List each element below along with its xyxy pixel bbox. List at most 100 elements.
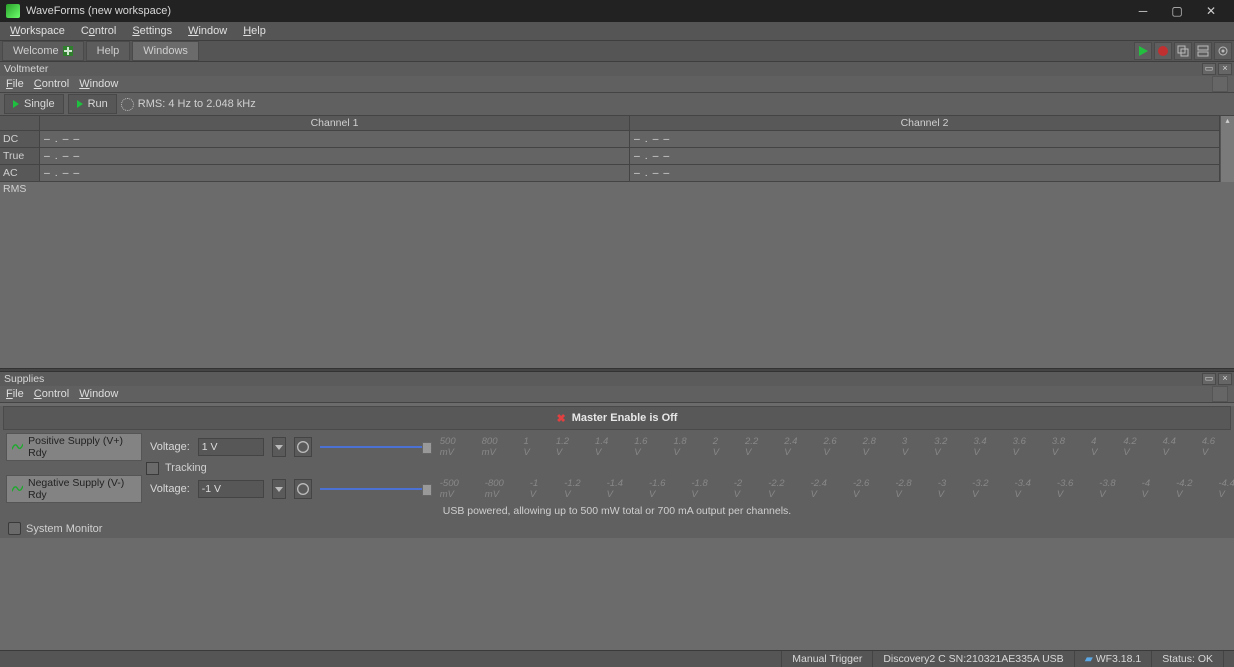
tracking-label: Tracking: [165, 462, 207, 474]
single-label: Single: [24, 98, 55, 110]
menu-window[interactable]: Window: [182, 25, 233, 37]
grid-scroll-up-icon[interactable]: ▴: [1220, 116, 1234, 131]
positive-voltage-dropdown[interactable]: [272, 437, 286, 457]
cascade-icon[interactable]: [1174, 42, 1192, 60]
cell-dc-ch2: – . – –: [630, 131, 1220, 148]
maximize-button[interactable]: ▢: [1160, 0, 1194, 22]
tick-label: -4.2 V: [1176, 478, 1192, 500]
supplies-restore-icon[interactable]: [1212, 386, 1228, 402]
cell-acrms-ch2: – . – –: [630, 165, 1220, 182]
tick-label: 800 mV: [482, 436, 498, 458]
tick-label: -3.4 V: [1015, 478, 1031, 500]
run-all-icon[interactable]: [1134, 42, 1152, 60]
tick-label: -500 mV: [440, 478, 459, 500]
grid-scroll[interactable]: [1220, 131, 1234, 148]
wave-icon: [12, 442, 23, 452]
app-icon: [6, 4, 20, 18]
tick-label: -1.2 V: [564, 478, 580, 500]
grid-scroll[interactable]: [1220, 165, 1234, 182]
tick-label: 2.2 V: [745, 436, 758, 458]
supplies-menu-file[interactable]: File: [6, 388, 24, 400]
negative-voltage-ticks: -500 mV-800 mV-1 V-1.2 V-1.4 V-1.6 V-1.8…: [440, 478, 1234, 500]
voltmeter-panel-title: Voltmeter ▭ ×: [0, 62, 1234, 76]
supplies-menu-control[interactable]: Control: [34, 388, 69, 400]
voltmeter-menu-window[interactable]: Window: [79, 78, 118, 90]
row-truerms: True RMS: [0, 148, 40, 165]
voltmeter-menu-control[interactable]: Control: [34, 78, 69, 90]
tick-label: 3 V: [902, 436, 908, 458]
voltmeter-settings-icon[interactable]: [121, 98, 134, 111]
tick-label: -2.6 V: [853, 478, 869, 500]
tab-label: Windows: [143, 45, 188, 57]
single-button[interactable]: Single: [4, 94, 64, 114]
tab-welcome[interactable]: Welcome: [2, 41, 84, 61]
positive-supply-row: Positive Supply (V+) Rdy Voltage: 500 mV…: [0, 433, 1234, 461]
tab-windows[interactable]: Windows: [132, 41, 199, 61]
cell-dc-ch1: – . – –: [40, 131, 630, 148]
close-button[interactable]: ✕: [1194, 0, 1228, 22]
voltage-label: Voltage:: [150, 441, 190, 453]
settings-gear-icon[interactable]: [1214, 42, 1232, 60]
negative-supply-button[interactable]: Negative Supply (V-) Rdy: [6, 475, 142, 503]
supplies-area: ✖ Master Enable is Off Positive Supply (…: [0, 406, 1234, 538]
wave-icon: [12, 484, 23, 494]
voltmeter-undock-icon[interactable]: ▭: [1202, 63, 1216, 75]
supplies-panel-title: Supplies ▭ ×: [0, 372, 1234, 386]
run-label: Run: [88, 98, 108, 110]
negative-supply-label: Negative Supply (V-) Rdy: [28, 477, 136, 501]
voltmeter-close-icon[interactable]: ×: [1218, 63, 1232, 75]
voltmeter-menu-file[interactable]: File: [6, 78, 24, 90]
tick-label: 4.6 V: [1202, 436, 1215, 458]
tick-label: -2 V: [734, 478, 742, 500]
negative-voltage-slider[interactable]: [320, 482, 432, 496]
tab-label: Welcome: [13, 45, 59, 57]
voltmeter-submenu: File Control Window: [0, 76, 1234, 93]
system-monitor-checkbox[interactable]: [8, 522, 21, 535]
row-acrms: AC RMS: [0, 165, 40, 182]
usb-power-note: USB powered, allowing up to 500 mW total…: [0, 503, 1234, 519]
supplies-undock-icon[interactable]: ▭: [1202, 373, 1216, 385]
stop-all-icon[interactable]: [1154, 42, 1172, 60]
tab-help[interactable]: Help: [86, 41, 131, 61]
system-monitor-row: System Monitor: [0, 519, 1234, 538]
minimize-button[interactable]: ─: [1126, 0, 1160, 22]
tracking-checkbox[interactable]: [146, 462, 159, 475]
tick-label: -2.4 V: [811, 478, 827, 500]
positive-voltage-slider[interactable]: [320, 440, 432, 454]
tab-label: Help: [97, 45, 120, 57]
menu-control[interactable]: Control: [75, 25, 122, 37]
negative-voltage-dropdown[interactable]: [272, 479, 286, 499]
positive-voltage-ticks: 500 mV800 mV1 V1.2 V1.4 V1.6 V1.8 V2 V2.…: [440, 436, 1234, 458]
menu-help[interactable]: Help: [237, 25, 272, 37]
positive-supply-button[interactable]: Positive Supply (V+) Rdy: [6, 433, 142, 461]
play-icon: [77, 100, 83, 108]
menu-workspace[interactable]: Workspace: [4, 25, 71, 37]
grid-scroll[interactable]: [1220, 148, 1234, 165]
negative-voltage-settings-icon[interactable]: [294, 479, 312, 499]
header-ch2: Channel 2: [630, 116, 1220, 131]
master-enable-button[interactable]: ✖ Master Enable is Off: [3, 406, 1231, 430]
tick-label: 1.6 V: [634, 436, 647, 458]
tick-label: 3.2 V: [934, 436, 947, 458]
row-dc: DC: [0, 131, 40, 148]
negative-voltage-input[interactable]: [198, 480, 264, 498]
voltmeter-restore-icon[interactable]: [1212, 76, 1228, 92]
tile-icon[interactable]: [1194, 42, 1212, 60]
toolbar-right-icons: [1134, 42, 1234, 60]
positive-voltage-settings-icon[interactable]: [294, 437, 312, 457]
supplies-menu-window[interactable]: Window: [79, 388, 118, 400]
tick-label: 2.4 V: [784, 436, 797, 458]
supplies-close-icon[interactable]: ×: [1218, 373, 1232, 385]
system-monitor-label: System Monitor: [26, 523, 102, 535]
status-trigger[interactable]: Manual Trigger: [781, 651, 872, 667]
resize-grip-icon[interactable]: [1223, 651, 1234, 667]
voltmeter-grid: Channel 1 Channel 2 ▴ DC – . – – – . – –…: [0, 116, 1234, 182]
menu-settings[interactable]: Settings: [126, 25, 178, 37]
tick-label: 3.8 V: [1052, 436, 1065, 458]
rms-info: RMS: 4 Hz to 2.048 kHz: [138, 98, 256, 110]
positive-voltage-input[interactable]: [198, 438, 264, 456]
negative-supply-row: Negative Supply (V-) Rdy Voltage: -500 m…: [0, 475, 1234, 503]
run-button[interactable]: Run: [68, 94, 117, 114]
cell-truerms-ch1: – . – –: [40, 148, 630, 165]
status-device[interactable]: Discovery2 C SN:210321AE335A USB: [872, 651, 1073, 667]
